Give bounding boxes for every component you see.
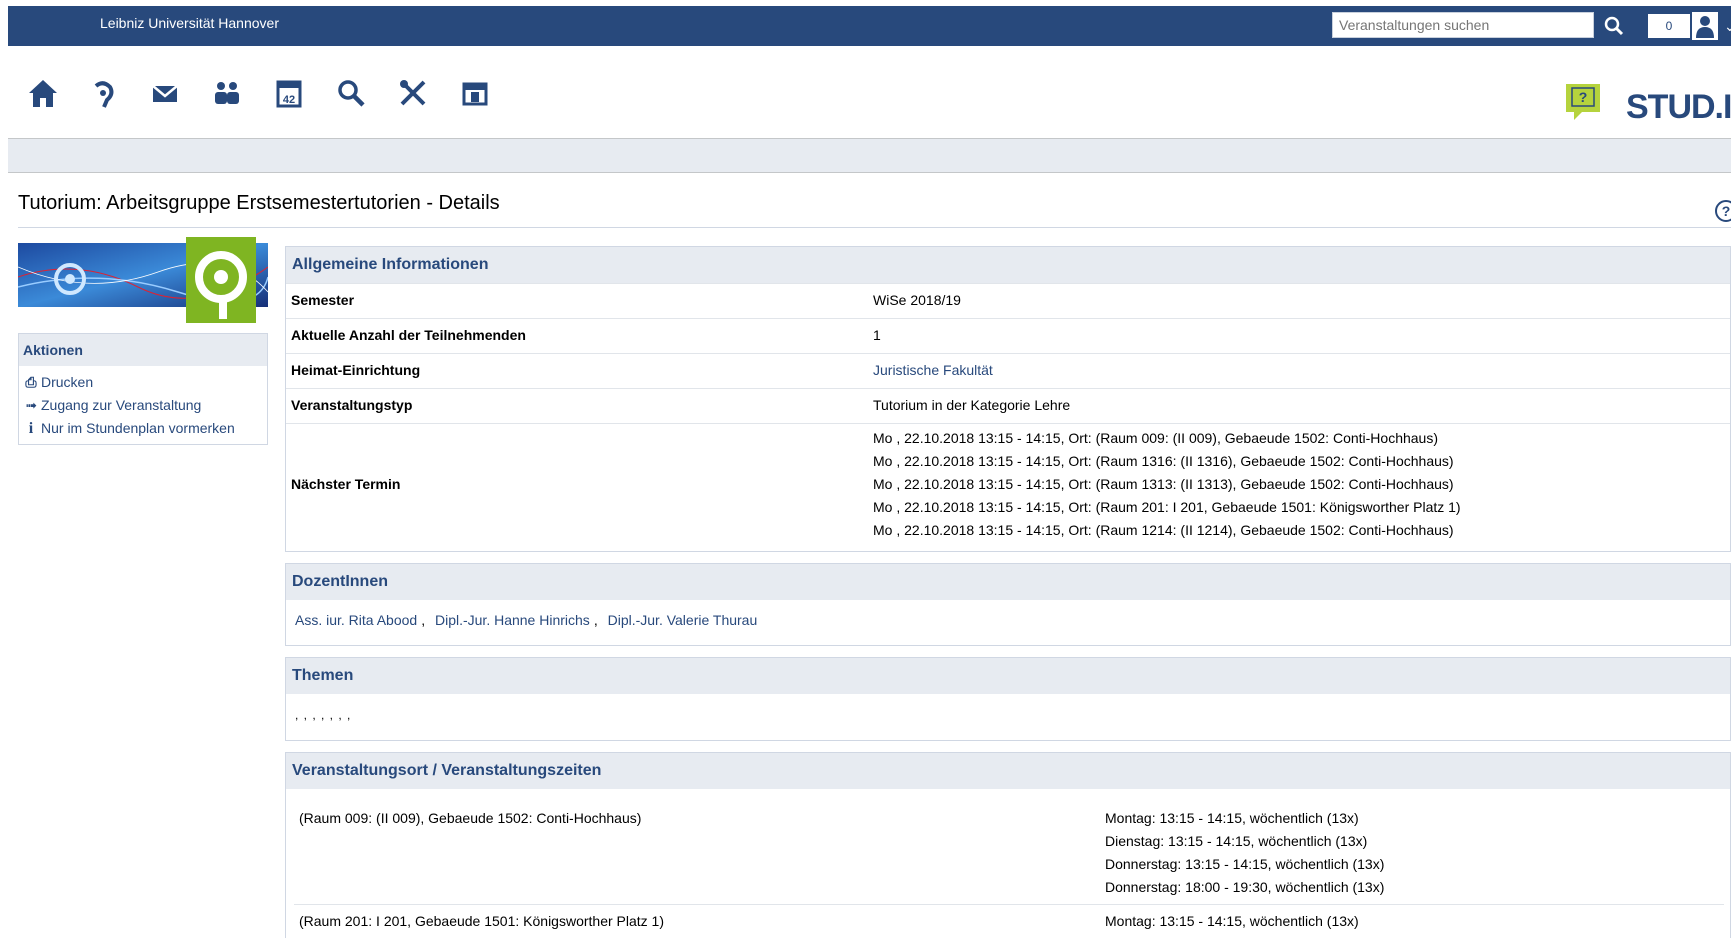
table-row: Heimat-Einrichtung Juristische Fakultät [286,353,1730,389]
title-divider [18,227,1731,228]
lecturer-link[interactable]: Dipl.-Jur. Valerie Thurau [608,612,758,628]
actions-sidebar: Aktionen ⎙ Drucken ➟ Zugang zur Veranstalt… [18,333,268,445]
community-icon[interactable] [210,76,244,110]
table-row: Veranstaltungstyp Tutorium in der Katego… [286,388,1730,424]
participants-label: Aktuelle Anzahl der Teilnehmenden [291,327,526,343]
help-bubble-icon[interactable]: ? [1562,80,1602,122]
course-search-input[interactable] [1332,12,1594,38]
schedule-action[interactable]: i Nur im Stundenplan vormerken [23,417,235,439]
next-date-line: Mo , 22.10.2018 13:15 - 14:15, Ort: (Rau… [873,453,1454,469]
search-nav-icon[interactable] [334,76,368,110]
messages-icon[interactable] [148,76,182,110]
location-time: Donnerstag: 18:00 - 19:30, wöchentlich (… [1105,879,1385,895]
user-icon [1692,12,1718,40]
location-time: Donnerstag: 13:15 - 14:15, wöchentlich (… [1105,856,1385,872]
topics-heading: Themen [286,658,1730,694]
topics-content: , , , , , , , [295,708,352,722]
svg-text:?: ? [1579,89,1588,105]
course-type-value: Tutorium in der Kategorie Lehre [873,397,1071,413]
home-institute-label: Heimat-Einrichtung [291,362,421,378]
studip-logo[interactable]: STUD.IP [1626,88,1731,127]
location-time: Montag: 13:15 - 14:15, wöchentlich (13x) [1105,810,1359,826]
actions-heading: Aktionen [19,334,267,366]
admin-icon[interactable] [458,76,492,110]
next-date-line: Mo , 22.10.2018 13:15 - 14:15, Ort: (Rau… [873,476,1454,492]
planner-icon[interactable]: 42 [272,76,306,110]
print-icon: ⎙ [25,374,37,390]
avatar[interactable] [1692,12,1718,40]
lecturers-panel: DozentInnen Ass. iur. Rita Abood, Dipl.-… [285,563,1731,646]
locations-panel: Veranstaltungsort / Veranstaltungszeiten… [285,752,1731,938]
next-date-label: Nächster Termin [291,476,401,492]
enter-course-action[interactable]: ➟ Zugang zur Veranstaltung [23,394,201,416]
chevron-down-icon[interactable]: ⌄ [1724,18,1731,35]
help-icon[interactable]: ? [1715,200,1731,222]
topics-panel: Themen , , , , , , , [285,657,1731,741]
schedule-action-label: Nur im Stundenplan vormerken [41,420,235,436]
context-bar [8,139,1731,173]
lecturer-separator: , [593,612,598,628]
lecturer-separator: , [421,612,426,628]
lecturer-link[interactable]: Ass. iur. Rita Abood [295,612,417,628]
semester-value: WiSe 2018/19 [873,292,961,308]
page-title: Tutorium: Arbeitsgruppe Erstsemestertuto… [18,192,500,214]
top-bar: Leibniz Universität Hannover 0 ⌄ [8,6,1731,46]
my-courses-icon[interactable] [86,76,120,110]
tools-icon[interactable] [396,76,430,110]
search-icon [1604,16,1624,36]
lecturer-link[interactable]: Dipl.-Jur. Hanne Hinrichs [435,612,590,628]
lecturers-list: Ass. iur. Rita Abood, Dipl.-Jur. Hanne H… [295,612,757,628]
participants-value: 1 [873,327,881,343]
table-row: Semester WiSe 2018/19 [286,283,1730,319]
info-icon: i [28,420,34,437]
university-name[interactable]: Leibniz Universität Hannover [100,15,279,31]
home-institute-link[interactable]: Juristische Fakultät [873,362,993,378]
next-date-line: Mo , 22.10.2018 13:15 - 14:15, Ort: (Rau… [873,499,1461,515]
enter-icon: ➟ [25,397,37,413]
location-time: Montag: 13:15 - 14:15, wöchentlich (13x) [1105,913,1359,929]
course-type-label: Veranstaltungstyp [291,397,413,413]
general-info-panel: Allgemeine Informationen Semester WiSe 2… [285,246,1731,552]
location-time: Dienstag: 13:15 - 14:15, wöchentlich (13… [1105,833,1368,849]
main-navigation: 42 [8,46,1731,139]
search-button[interactable] [1602,14,1626,38]
semester-label: Semester [291,292,355,308]
location-room: (Raum 201: I 201, Gebaeude 1501: Königsw… [299,913,664,929]
table-row: Aktuelle Anzahl der Teilnehmenden 1 [286,318,1730,354]
print-action-label: Drucken [41,374,94,390]
location-divider [294,904,1724,905]
table-row: Nächster Termin Mo , 22.10.2018 13:15 - … [286,423,1730,552]
next-date-line: Mo , 22.10.2018 13:15 - 14:15, Ort: (Rau… [873,430,1439,446]
print-action[interactable]: ⎙ Drucken [23,371,93,393]
next-date-line: Mo , 22.10.2018 13:15 - 14:15, Ort: (Rau… [873,522,1454,538]
lecturers-heading: DozentInnen [286,564,1730,600]
enter-course-action-label: Zugang zur Veranstaltung [41,397,202,413]
locations-heading: Veranstaltungsort / Veranstaltungszeiten [286,753,1730,789]
general-info-heading: Allgemeine Informationen [286,247,1730,283]
course-image [17,237,269,323]
svg-text:42: 42 [283,94,295,106]
notification-counter[interactable]: 0 [1648,14,1690,38]
location-room: (Raum 009: (II 009), Gebaeude 1502: Cont… [299,810,642,826]
home-icon[interactable] [26,76,60,110]
